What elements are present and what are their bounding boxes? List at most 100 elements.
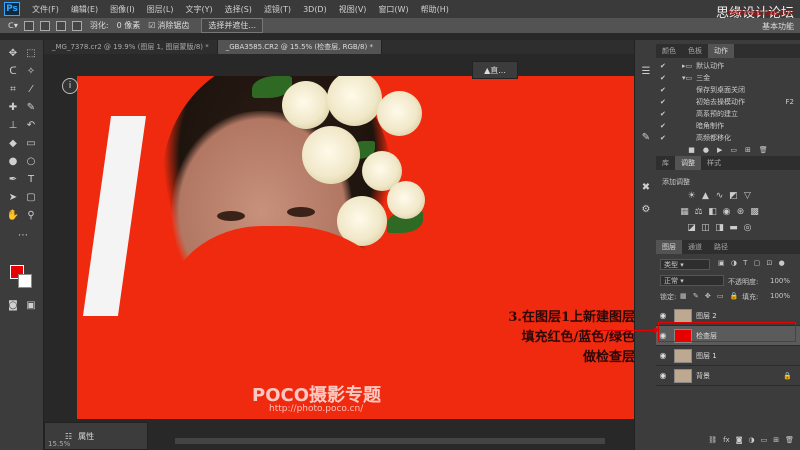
action-row[interactable]: ✔ 高系预的建立 xyxy=(656,108,800,119)
black-white-icon[interactable]: ◧ xyxy=(707,206,718,217)
new-group-icon[interactable]: ▭ xyxy=(761,436,768,444)
zoom-tool-icon[interactable]: ⚲ xyxy=(24,208,38,222)
clone-stamp-icon[interactable]: ⊥ xyxy=(6,118,20,132)
menu-help[interactable]: 帮助(H) xyxy=(415,4,455,15)
tab-libraries[interactable]: 库 xyxy=(656,156,675,170)
visibility-eye-icon[interactable]: ◉ xyxy=(656,371,670,380)
menu-type[interactable]: 文字(Y) xyxy=(179,4,218,15)
add-selection-icon[interactable] xyxy=(39,20,50,31)
new-adjustment-icon[interactable]: ◑ xyxy=(749,436,755,444)
subtract-selection-icon[interactable] xyxy=(55,20,66,31)
action-row[interactable]: ✔ 初始去操模动作 F2 xyxy=(656,96,800,107)
history-panel-icon[interactable]: ☰ xyxy=(639,64,653,78)
menu-filter[interactable]: 滤镜(T) xyxy=(258,4,297,15)
action-row[interactable]: ✔ ▾▭ 三金 xyxy=(656,72,800,83)
add-mask-icon[interactable]: ◙ xyxy=(736,436,743,444)
new-action-icon[interactable]: ⊞ xyxy=(745,146,751,154)
color-balance-icon[interactable]: ⚖ xyxy=(693,206,704,217)
brush-tool-icon[interactable]: ✎ xyxy=(24,100,38,114)
antialias-checkbox[interactable]: ☑ xyxy=(148,21,155,30)
background-color-swatch[interactable] xyxy=(18,274,32,288)
hue-sat-icon[interactable]: ▦ xyxy=(679,206,690,217)
tab-channels[interactable]: 通道 xyxy=(682,240,708,254)
visibility-eye-icon[interactable]: ◉ xyxy=(656,311,670,320)
fx-icon[interactable]: fx xyxy=(723,436,730,444)
tab-adjustments[interactable]: 调整 xyxy=(675,156,701,170)
opacity-value[interactable]: 100% xyxy=(770,277,790,285)
menu-layer[interactable]: 图层(L) xyxy=(141,4,180,15)
pen-tool-icon[interactable]: ✒ xyxy=(6,172,20,186)
horizontal-scrollbar[interactable] xyxy=(175,438,605,444)
menu-edit[interactable]: 编辑(E) xyxy=(65,4,104,15)
blend-mode-select[interactable]: 正常 ▾ xyxy=(660,275,724,286)
layer-row[interactable]: ◉ 图层 1 xyxy=(656,346,800,366)
hand-tool-icon[interactable]: ✋ xyxy=(6,208,20,222)
lasso-tool-icon[interactable]: ᑕ xyxy=(6,64,20,78)
delete-icon[interactable]: 🗑 xyxy=(759,146,768,154)
layer-filter-icons[interactable]: ▣ ◑ T ▢ ⊡ ● xyxy=(718,259,787,267)
tab-layers[interactable]: 图层 xyxy=(656,240,682,254)
screen-mode-icon[interactable]: ▣ xyxy=(24,298,38,312)
marquee-tool-icon[interactable]: ⬚ xyxy=(24,46,38,60)
path-select-icon[interactable]: ➤ xyxy=(6,190,20,204)
adjustment-panel-icon[interactable]: ⚙ xyxy=(639,202,653,216)
delete-layer-icon[interactable]: 🗑 xyxy=(785,436,794,444)
action-row[interactable]: ✔ 高频都移化 xyxy=(656,132,800,143)
curves-icon[interactable]: ∿ xyxy=(714,190,725,201)
action-row[interactable]: ✔ 暗角制作 xyxy=(656,120,800,131)
play-icon[interactable]: ▶ xyxy=(717,146,722,154)
doc-tab-2[interactable]: _GBA3585.CR2 @ 15.5% (检查层, RGB/8) * xyxy=(217,40,382,54)
menu-view[interactable]: 视图(V) xyxy=(333,4,373,15)
photo-filter-icon[interactable]: ◉ xyxy=(721,206,732,217)
intersect-selection-icon[interactable] xyxy=(71,20,82,31)
tab-actions[interactable]: 动作 xyxy=(708,44,734,58)
selective-color-icon[interactable]: ◎ xyxy=(742,222,753,233)
menu-select[interactable]: 选择(S) xyxy=(219,4,258,15)
visibility-eye-icon[interactable]: ◉ xyxy=(656,351,670,360)
type-tool-icon[interactable]: T xyxy=(24,172,38,186)
channel-mixer-icon[interactable]: ⊛ xyxy=(735,206,746,217)
menu-3d[interactable]: 3D(D) xyxy=(297,5,333,14)
tab-swatches[interactable]: 色板 xyxy=(682,44,708,58)
layer-filter-kind[interactable]: 类型 ▾ xyxy=(660,259,710,270)
menu-file[interactable]: 文件(F) xyxy=(26,4,65,15)
color-lookup-icon[interactable]: ▩ xyxy=(749,206,760,217)
fill-value[interactable]: 100% xyxy=(770,292,790,300)
exposure-icon[interactable]: ◩ xyxy=(728,190,739,201)
stop-icon[interactable]: ■ xyxy=(688,146,695,154)
tab-styles[interactable]: 样式 xyxy=(701,156,727,170)
history-brush-icon[interactable]: ↶ xyxy=(24,118,38,132)
tab-paths[interactable]: 路径 xyxy=(708,240,734,254)
more-tools-icon[interactable]: ⋯ xyxy=(16,228,30,242)
lasso-tool-icon[interactable]: ᑕ▾ xyxy=(8,21,18,30)
invert-icon[interactable]: ◪ xyxy=(686,222,697,233)
layer-row[interactable]: ◉ 背景 🔒 xyxy=(656,366,800,386)
blur-tool-icon[interactable]: ● xyxy=(6,154,20,168)
eyedropper-icon[interactable]: ⁄ xyxy=(24,82,38,96)
workspace-selector[interactable]: 基本功能 xyxy=(762,21,794,32)
move-tool-icon[interactable]: ✥ xyxy=(6,46,20,60)
histogram-mini-panel[interactable]: ▲ 直... xyxy=(472,61,518,79)
doc-tab-1[interactable]: _MG_7378.cr2 @ 19.9% (图层 1, 图层蒙版/8) * xyxy=(44,40,218,54)
crop-tool-icon[interactable]: ⌗ xyxy=(6,82,20,96)
levels-icon[interactable]: ▲ xyxy=(700,190,711,201)
link-layers-icon[interactable]: ⛓ xyxy=(708,436,717,444)
info-icon[interactable]: i xyxy=(62,78,78,94)
magic-wand-icon[interactable]: ✧ xyxy=(24,64,38,78)
new-layer-icon[interactable]: ⊞ xyxy=(773,436,779,444)
feather-value[interactable]: 0 像素 xyxy=(117,20,141,31)
lock-icons[interactable]: ▦ ✎ ✥ ▭ 🔒 xyxy=(680,292,741,300)
brush-panel-icon[interactable]: ✎ xyxy=(639,130,653,144)
menu-image[interactable]: 图像(I) xyxy=(104,4,141,15)
select-and-mask-button[interactable]: 选择并遮住... xyxy=(201,18,264,33)
gradient-map-icon[interactable]: ▬ xyxy=(728,222,739,233)
new-selection-icon[interactable] xyxy=(23,20,34,31)
brightness-icon[interactable]: ☀ xyxy=(686,190,697,201)
quick-mask-icon[interactable]: ◙ xyxy=(6,298,20,312)
new-set-icon[interactable]: ▭ xyxy=(730,146,737,154)
tab-color[interactable]: 颜色 xyxy=(656,44,682,58)
eraser-icon[interactable]: ◆ xyxy=(6,136,20,150)
menu-window[interactable]: 窗口(W) xyxy=(372,4,414,15)
action-row[interactable]: ✔ ▸▭ 默认动作 xyxy=(656,60,800,71)
document-canvas[interactable]: 3.在图层1上新建图层 填充红色/蓝色/绿色 做检查层 POCO摄影专题 htt… xyxy=(77,76,642,419)
